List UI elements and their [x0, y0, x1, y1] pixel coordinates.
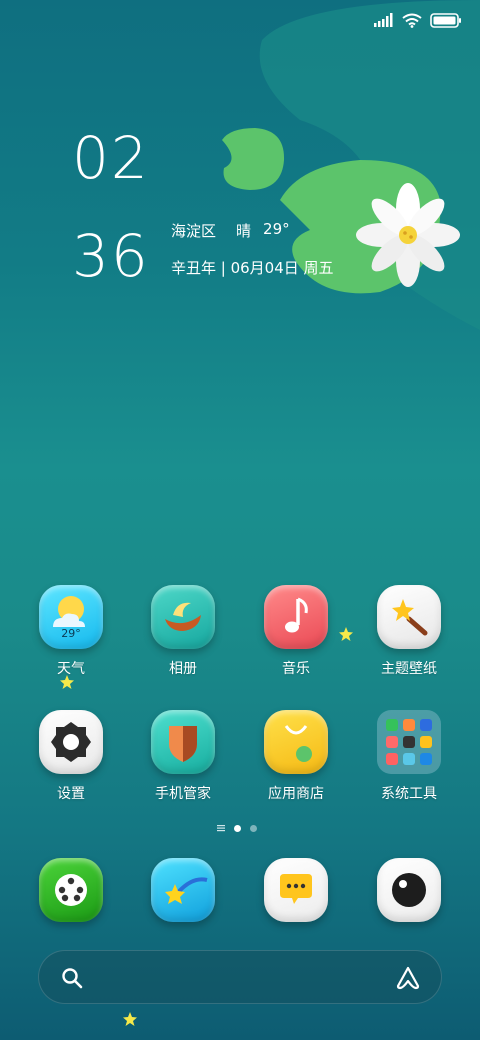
gallery-icon — [151, 585, 215, 649]
page-dot[interactable] — [250, 824, 257, 832]
app-gallery[interactable]: 相册 — [128, 585, 238, 678]
music-note-glyph — [285, 597, 308, 633]
app-label: 主题壁纸 — [381, 661, 437, 677]
app-themes[interactable]: 主题壁纸 — [354, 585, 464, 678]
star-decoration — [339, 627, 353, 641]
folder-apps-glyph — [386, 719, 432, 765]
app-store[interactable]: 应用商店 — [241, 710, 351, 803]
weather-summary[interactable]: 海淀区 晴 29° — [171, 220, 290, 241]
lens-glyph — [392, 873, 426, 907]
star-decoration — [123, 1012, 137, 1026]
music-icon — [264, 585, 328, 649]
weather-condition: 晴 — [236, 222, 252, 240]
app-music[interactable]: 音乐 — [241, 585, 351, 678]
clock-minutes[interactable]: 36 — [72, 222, 150, 290]
search-icon[interactable] — [61, 967, 83, 989]
status-bar — [374, 10, 462, 30]
star-decoration — [60, 675, 74, 689]
app-label: 手机管家 — [155, 786, 211, 802]
app-settings[interactable]: 设置 — [16, 710, 126, 803]
boat-moon-glyph — [165, 602, 201, 631]
assistant-icon[interactable] — [395, 965, 421, 991]
messages-icon — [264, 858, 328, 922]
shield-glyph — [169, 726, 197, 762]
page-indicator[interactable] — [217, 824, 257, 832]
dock-camera[interactable] — [354, 858, 464, 922]
dial-glyph — [55, 874, 87, 906]
weather-icon: 29° — [39, 585, 103, 649]
app-label: 音乐 — [282, 661, 310, 677]
location-label: 海淀区 — [171, 222, 217, 240]
camera-icon — [377, 858, 441, 922]
chat-bubble-glyph — [280, 874, 312, 904]
weather-icon-temp: 29° — [61, 627, 81, 640]
dock-browser[interactable] — [128, 858, 238, 922]
browser-icon — [151, 858, 215, 922]
app-weather[interactable]: 29° 天气 — [16, 585, 126, 678]
app-security[interactable]: 手机管家 — [128, 710, 238, 803]
app-label: 应用商店 — [268, 786, 324, 802]
security-icon — [151, 710, 215, 774]
app-store-icon — [264, 710, 328, 774]
shopping-bag-glyph — [284, 725, 312, 762]
date-label[interactable]: 辛丑年 | 06月04日 周五 — [171, 257, 334, 278]
search-bar[interactable] — [38, 950, 442, 1004]
app-label: 设置 — [57, 786, 85, 802]
wifi-icon — [402, 13, 422, 28]
signal-icon — [374, 13, 393, 27]
dock-messages[interactable] — [241, 858, 351, 922]
page-dot-active[interactable] — [234, 824, 241, 832]
clock-hours[interactable]: 02 — [72, 124, 150, 192]
dock-phone[interactable] — [16, 858, 126, 922]
gear-glyph — [51, 722, 91, 762]
battery-icon — [430, 12, 461, 28]
settings-icon — [39, 710, 103, 774]
phone-dialer-icon — [39, 858, 103, 922]
folder-icon — [377, 710, 441, 774]
weather-temperature: 29° — [263, 220, 290, 238]
magic-wand-glyph — [392, 599, 428, 636]
folder-system-tools[interactable]: 系统工具 — [354, 710, 464, 803]
theme-icon — [377, 585, 441, 649]
page-list-icon[interactable] — [217, 824, 225, 832]
app-label: 相册 — [169, 661, 197, 677]
app-label: 系统工具 — [381, 786, 437, 802]
shooting-star-glyph — [165, 877, 208, 904]
